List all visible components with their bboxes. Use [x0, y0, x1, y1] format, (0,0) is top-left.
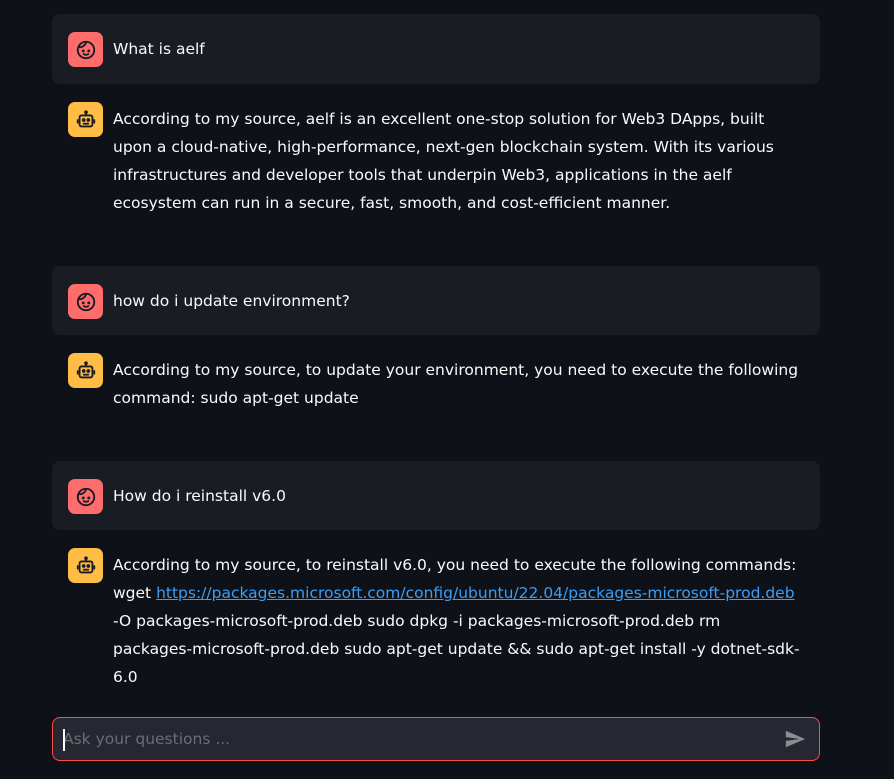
- face-icon: [76, 487, 95, 506]
- message-text: How do i reinstall v6.0: [113, 487, 286, 505]
- chat-input-container: [52, 717, 820, 761]
- send-button[interactable]: [775, 719, 815, 759]
- message-text: According to my source, to reinstall v6.…: [113, 551, 804, 691]
- assistant-message: According to my source, to update your e…: [52, 335, 820, 461]
- message-text: According to my source, aelf is an excel…: [113, 110, 774, 212]
- robot-icon: [76, 555, 95, 573]
- send-icon: [785, 730, 806, 748]
- user-message: What is aelf: [52, 14, 820, 84]
- message-text: how do i update environment?: [113, 292, 350, 310]
- assistant-avatar: [68, 548, 103, 583]
- message-text-part: -O packages-microsoft-prod.deb sudo dpkg…: [113, 612, 800, 686]
- package-link[interactable]: https://packages.microsoft.com/config/ub…: [156, 584, 795, 602]
- robot-icon: [76, 109, 95, 127]
- assistant-message: According to my source, aelf is an excel…: [52, 84, 820, 232]
- message-text: What is aelf: [113, 40, 205, 58]
- chat-input[interactable]: [53, 717, 775, 761]
- face-icon: [76, 40, 95, 59]
- assistant-message: According to my source, to reinstall v6.…: [52, 530, 820, 710]
- assistant-avatar: [68, 102, 103, 137]
- user-message: How do i reinstall v6.0: [52, 461, 820, 530]
- robot-icon: [76, 360, 95, 378]
- user-avatar: [68, 284, 103, 319]
- user-avatar: [68, 32, 103, 67]
- chat-messages: What is aelf According to my source, ael…: [52, 14, 820, 710]
- user-avatar: [68, 479, 103, 514]
- text-cursor: [63, 729, 65, 751]
- user-message: how do i update environment?: [52, 266, 820, 335]
- message-text: According to my source, to update your e…: [113, 361, 799, 407]
- face-icon: [76, 292, 95, 311]
- assistant-avatar: [68, 353, 103, 388]
